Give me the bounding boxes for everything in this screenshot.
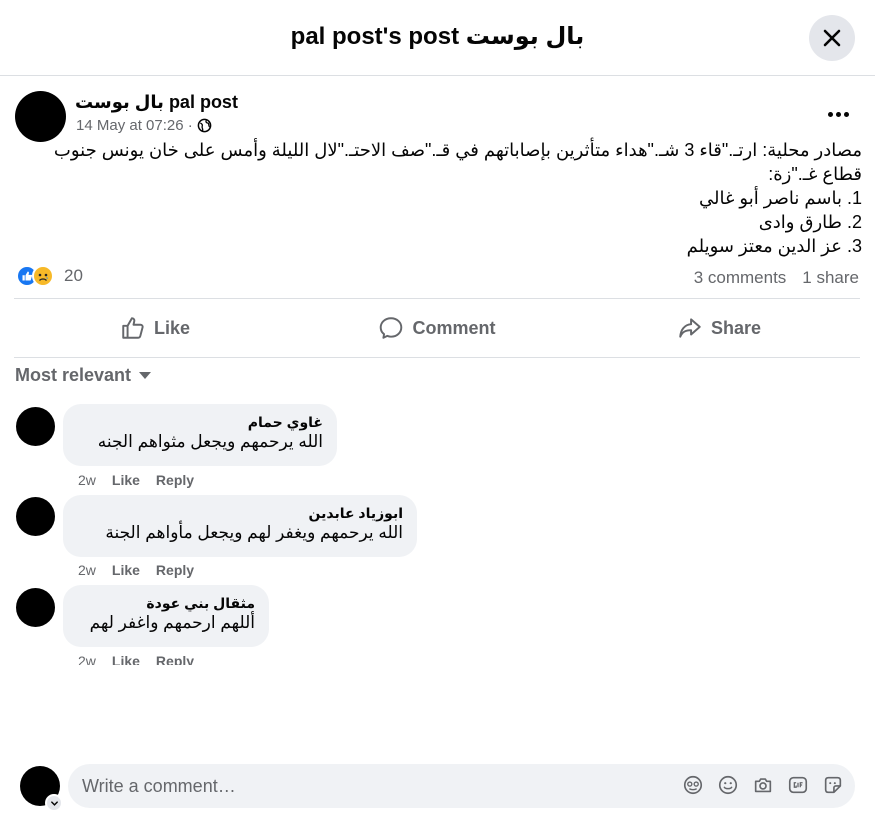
like-label: Like	[153, 317, 191, 338]
emoji-icon	[718, 775, 738, 795]
post-meta: 14 May at 07:26 ·	[76, 117, 212, 134]
comment-composer	[68, 764, 855, 808]
comment-reply-button[interactable]: Reply	[156, 562, 194, 578]
comment-author[interactable]: غاوي حمام	[77, 413, 323, 431]
comment-label: Comment	[412, 317, 496, 338]
comment-author[interactable]: مثقال بني عودة	[77, 594, 255, 612]
comment-avatar[interactable]	[16, 497, 55, 536]
caret-down-icon	[139, 372, 152, 379]
post-text-line: مصادر محلية: ارتـ."قاء 3 شـ."هداء متأثري…	[53, 140, 862, 184]
comment-text: الله يرحمهم ويجعل مثواهم الجنه	[97, 432, 323, 451]
more-options-button[interactable]	[822, 100, 854, 128]
post-stats: 3 comments 1 share	[694, 268, 859, 288]
comment-text: الله يرحمهم ويغفر لهم ويجعل مأواهم الجنة	[105, 523, 403, 542]
dialog-title: pal post's post بال بوست	[290, 23, 585, 50]
more-dot-icon	[843, 111, 849, 117]
post-text-line: 3. عز الدين معتز سويلم	[686, 236, 862, 256]
dialog-header: pal post's post بال بوست	[0, 0, 875, 76]
post-action-bar: Like Comment Share	[14, 298, 860, 358]
avatar-sticker-button[interactable]	[681, 773, 705, 797]
close-icon	[823, 29, 841, 47]
emoji-button[interactable]	[716, 773, 740, 797]
avatar-sticker-icon	[683, 775, 703, 795]
reaction-count: 20	[64, 266, 83, 285]
comment-bubble: مثقال بني عودة أللهم ارحمهم واغفر لهم	[63, 585, 269, 647]
comment-time[interactable]: 2w	[78, 472, 96, 488]
sad-reaction-icon	[32, 265, 54, 287]
globe-icon	[197, 118, 212, 133]
comment-button[interactable]: Comment	[296, 299, 578, 357]
comment-reply-button[interactable]: Reply	[156, 472, 194, 488]
scroll-cutoff	[0, 665, 875, 765]
share-label: Share	[710, 317, 762, 338]
sticker-button[interactable]	[821, 773, 845, 797]
comment-like-button[interactable]: Like	[112, 562, 140, 578]
comment-actions: 2w Like Reply	[78, 472, 194, 488]
gif-icon	[788, 776, 808, 794]
comment-time[interactable]: 2w	[78, 562, 96, 578]
comment-actions: 2w Like Reply	[78, 562, 194, 578]
comments-count-link[interactable]: 3 comments	[694, 268, 787, 288]
more-dot-icon	[827, 111, 833, 117]
camera-icon	[754, 778, 772, 793]
close-button[interactable]	[809, 15, 855, 61]
shares-count-link[interactable]: 1 share	[802, 268, 859, 288]
thumbs-up-icon	[122, 317, 144, 339]
composer-tools	[681, 773, 845, 797]
comment-sort-dropdown[interactable]: Most relevant	[15, 365, 152, 386]
reactions-summary[interactable]: 20	[16, 265, 83, 287]
sort-label: Most relevant	[15, 365, 132, 385]
post-author-name[interactable]: بال بوست pal post	[75, 92, 238, 113]
share-button[interactable]: Share	[578, 299, 860, 357]
more-dot-icon	[835, 111, 841, 117]
post-text-line: 2. طارق وادى	[758, 212, 862, 232]
comment-bubble: ابوزياد عابدين الله يرحمهم ويغفر لهم ويج…	[63, 495, 417, 557]
comment-like-button[interactable]: Like	[112, 472, 140, 488]
post-text-line: 1. باسم ناصر أبو غالي	[699, 188, 862, 208]
profile-switch-button[interactable]	[45, 794, 63, 812]
share-arrow-icon	[679, 318, 701, 338]
sticker-icon	[824, 776, 842, 794]
comment-bubble: غاوي حمام الله يرحمهم ويجعل مثواهم الجنه	[63, 404, 337, 466]
post-author-avatar[interactable]	[15, 91, 66, 142]
comment-author[interactable]: ابوزياد عابدين	[77, 504, 404, 522]
post-body: مصادر محلية: ارتـ."قاء 3 شـ."هداء متأثري…	[14, 138, 862, 258]
comment-avatar[interactable]	[16, 407, 55, 446]
comment-text: أللهم ارحمهم واغفر لهم	[89, 613, 255, 632]
like-button[interactable]: Like	[14, 299, 296, 357]
chevron-down-icon	[50, 800, 58, 806]
post-timestamp[interactable]: 14 May at 07:26 ·	[76, 117, 193, 134]
comment-avatar[interactable]	[16, 588, 55, 627]
comment-bubble-icon	[380, 317, 403, 339]
gif-button[interactable]	[786, 773, 810, 797]
comment-input[interactable]	[82, 764, 642, 808]
camera-button[interactable]	[751, 773, 775, 797]
